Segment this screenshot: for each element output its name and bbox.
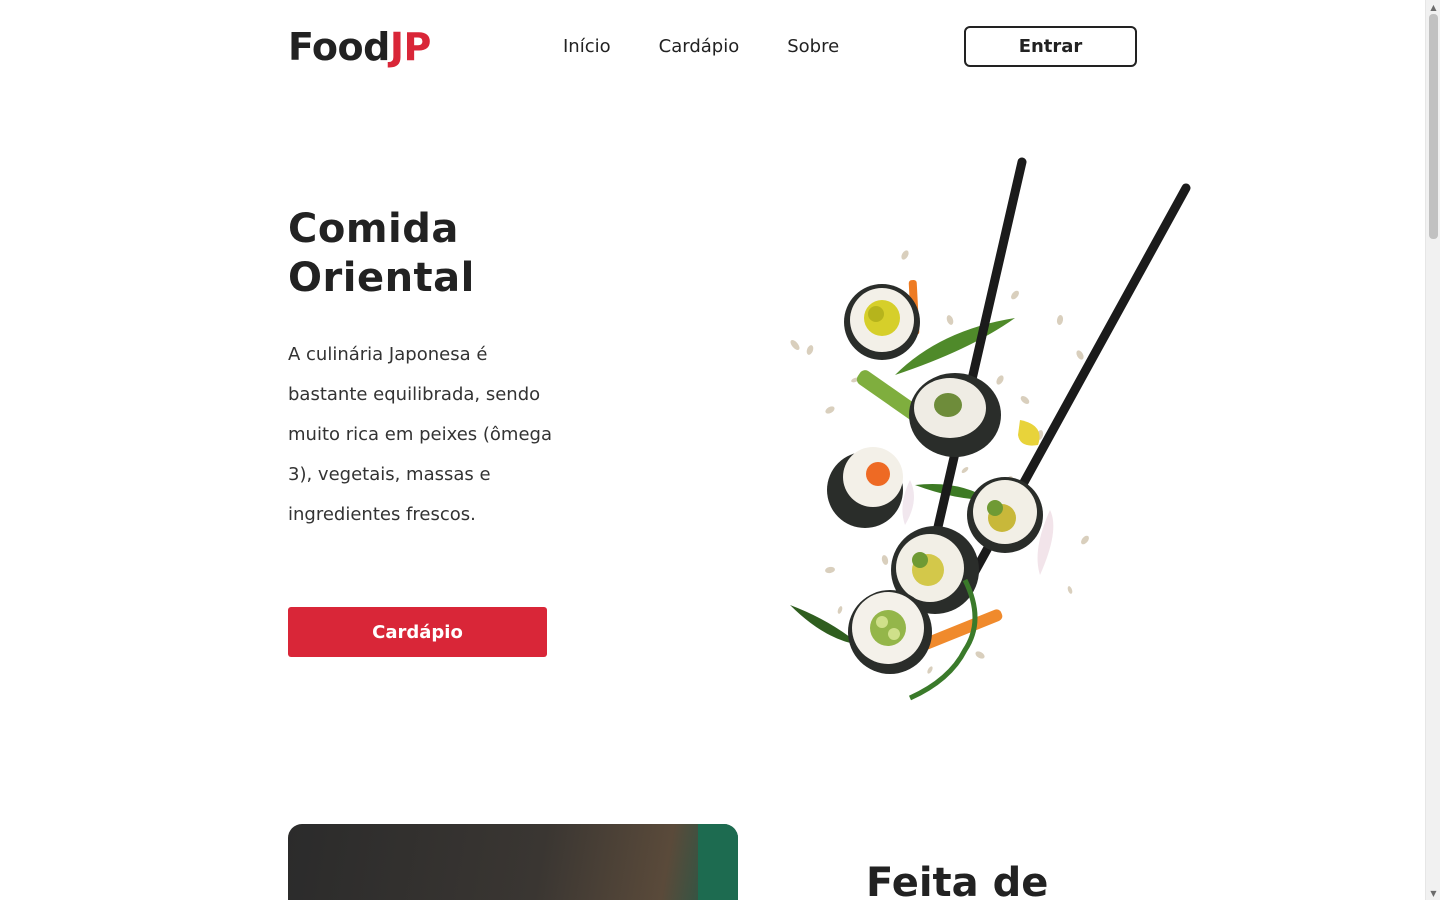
hero-description: A culinária Japonesa é bastante equilibr…	[288, 344, 552, 525]
menu-cta-button[interactable]: Cardápio	[288, 607, 547, 657]
chef-photo	[288, 824, 738, 900]
logo-main: Food	[288, 25, 390, 69]
photo-shade	[698, 824, 738, 900]
page: FoodJP Início Cardápio Sobre Entrar Comi…	[0, 0, 1425, 900]
hero-title: Comida Oriental	[288, 206, 475, 301]
scroll-thumb[interactable]	[1429, 14, 1438, 239]
triangle-up-icon[interactable]: ▲	[1426, 0, 1440, 14]
triangle-down-icon[interactable]: ▼	[1426, 886, 1440, 900]
nav-link-cardapio[interactable]: Cardápio	[659, 34, 740, 60]
logo[interactable]: FoodJP	[288, 24, 431, 70]
main-nav: Início Cardápio Sobre	[563, 34, 839, 60]
scrollbar[interactable]: ▲ ▼	[1425, 0, 1440, 900]
sushi-chopsticks-image	[790, 157, 1191, 701]
login-button[interactable]: Entrar	[964, 26, 1137, 67]
nav-link-sobre[interactable]: Sobre	[787, 34, 839, 60]
nav-link-inicio[interactable]: Início	[563, 34, 611, 60]
section2-title: Feita de	[866, 860, 1049, 900]
logo-accent: JP	[389, 25, 432, 69]
